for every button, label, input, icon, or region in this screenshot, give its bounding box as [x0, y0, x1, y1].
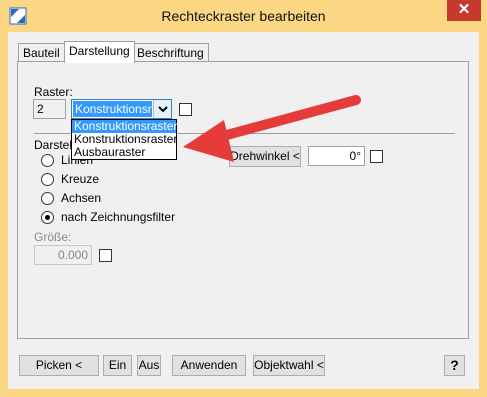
raster-selected-value: Konstruktionsras: [73, 101, 152, 117]
groesse-label: Größe:: [34, 230, 72, 244]
help-button[interactable]: ?: [444, 355, 465, 376]
tab-bauteil[interactable]: Bauteil: [18, 43, 65, 62]
objektwahl-button[interactable]: Objektwahl <: [253, 355, 325, 376]
title-bar: Rechteckraster bearbeiten ✕: [0, 0, 487, 32]
chevron-down-icon[interactable]: [153, 100, 171, 118]
radio-achsen-label: Achsen: [61, 191, 102, 205]
radio-zeichnungsfilter[interactable]: [41, 211, 54, 224]
drehwinkel-checkbox[interactable]: [370, 150, 383, 163]
radio-achsen[interactable]: [41, 192, 54, 205]
radio-zeichnungsfilter-label: nach Zeichnungsfilter: [61, 210, 176, 224]
radio-kreuze[interactable]: [41, 173, 54, 186]
anwenden-button[interactable]: Anwenden: [172, 355, 246, 376]
raster-dropdown-list: Konstruktionsraster Konstruktionsraster …: [71, 119, 177, 160]
radio-kreuze-label: Kreuze: [61, 172, 100, 186]
groesse-field[interactable]: 0.000: [34, 245, 92, 265]
tab-darstellung[interactable]: Darstellung: [64, 41, 135, 63]
groesse-checkbox[interactable]: [99, 249, 112, 262]
radio-linien[interactable]: [41, 154, 54, 167]
drehwinkel-button[interactable]: Drehwinkel <: [229, 146, 301, 167]
tab-panel-darstellung: Raster: 2 Konstruktionsras Konstruktions…: [17, 61, 469, 339]
drehwinkel-field[interactable]: 0°: [308, 146, 365, 166]
picken-button[interactable]: Picken <: [19, 355, 99, 376]
ein-button[interactable]: Ein: [103, 355, 132, 376]
close-button[interactable]: ✕: [447, 0, 481, 21]
aus-button[interactable]: Aus: [137, 355, 161, 376]
window-title: Rechteckraster bearbeiten: [161, 8, 326, 24]
raster-checkbox[interactable]: [179, 103, 192, 116]
raster-number-field[interactable]: 2: [33, 99, 66, 119]
raster-type-select[interactable]: Konstruktionsras: [71, 99, 172, 119]
raster-label: Raster:: [34, 85, 73, 99]
dialog-body: Bauteil Darstellung Beschriftung Raster:…: [8, 32, 479, 389]
tab-beschriftung[interactable]: Beschriftung: [132, 43, 209, 62]
dropdown-option[interactable]: Ausbauraster: [72, 146, 176, 159]
